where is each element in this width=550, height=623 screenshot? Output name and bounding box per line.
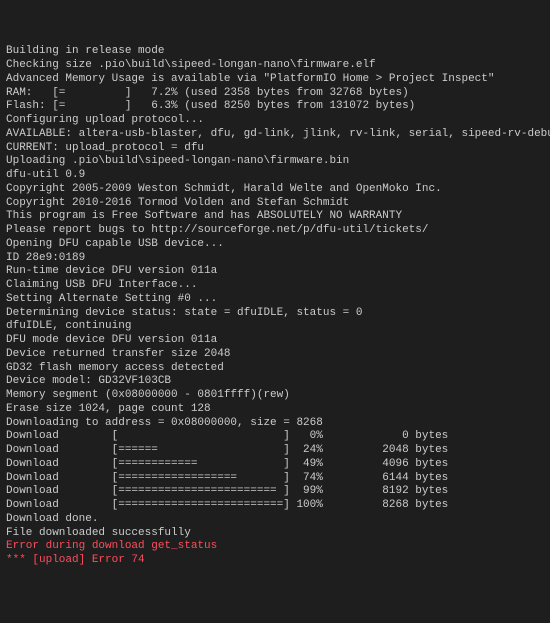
terminal-line: Memory segment (0x08000000 - 0801ffff)(r… <box>6 389 544 403</box>
terminal-line: dfuIDLE, continuing <box>6 320 544 334</box>
terminal-line: DFU mode device DFU version 011a <box>6 334 544 348</box>
terminal-line: Uploading .pio\build\sipeed-longan-nano\… <box>6 155 544 169</box>
terminal-line: Flash: [= ] 6.3% (used 8250 bytes from 1… <box>6 100 544 114</box>
terminal-output: Building in release modeChecking size .p… <box>6 45 544 568</box>
terminal-line: File downloaded successfully <box>6 527 544 541</box>
terminal-line: Claiming USB DFU Interface... <box>6 279 544 293</box>
terminal-line: dfu-util 0.9 <box>6 169 544 183</box>
terminal-line: Determining device status: state = dfuID… <box>6 307 544 321</box>
terminal-line: Download [================== ] 74% 6144 … <box>6 472 544 486</box>
terminal-line: Download done. <box>6 513 544 527</box>
terminal-line: Configuring upload protocol... <box>6 114 544 128</box>
terminal-line: ID 28e9:0189 <box>6 252 544 266</box>
terminal-line: Advanced Memory Usage is available via "… <box>6 73 544 87</box>
terminal-line: Checking size .pio\build\sipeed-longan-n… <box>6 59 544 73</box>
terminal-line: Download [=========================] 100… <box>6 499 544 513</box>
terminal-line: Copyright 2010-2016 Tormod Volden and St… <box>6 197 544 211</box>
terminal-line: RAM: [= ] 7.2% (used 2358 bytes from 327… <box>6 87 544 101</box>
terminal-line: Please report bugs to http://sourceforge… <box>6 224 544 238</box>
terminal-line: Device returned transfer size 2048 <box>6 348 544 362</box>
terminal-line: Run-time device DFU version 011a <box>6 265 544 279</box>
terminal-error-line: *** [upload] Error 74 <box>6 554 544 568</box>
terminal-line: GD32 flash memory access detected <box>6 362 544 376</box>
terminal-line: AVAILABLE: altera-usb-blaster, dfu, gd-l… <box>6 128 544 142</box>
terminal-line: Download [======================== ] 99%… <box>6 485 544 499</box>
terminal-line: Building in release mode <box>6 45 544 59</box>
terminal-line: Opening DFU capable USB device... <box>6 238 544 252</box>
terminal-line: This program is Free Software and has AB… <box>6 210 544 224</box>
terminal-line: Download [ ] 0% 0 bytes <box>6 430 544 444</box>
terminal-line: Setting Alternate Setting #0 ... <box>6 293 544 307</box>
terminal-line: Erase size 1024, page count 128 <box>6 403 544 417</box>
terminal-line: Download [============ ] 49% 4096 bytes <box>6 458 544 472</box>
terminal-line: Download [====== ] 24% 2048 bytes <box>6 444 544 458</box>
terminal-line: CURRENT: upload_protocol = dfu <box>6 142 544 156</box>
terminal-line: Downloading to address = 0x08000000, siz… <box>6 417 544 431</box>
terminal-line: Device model: GD32VF103CB <box>6 375 544 389</box>
terminal-error-line: Error during download get_status <box>6 540 544 554</box>
terminal-line: Copyright 2005-2009 Weston Schmidt, Hara… <box>6 183 544 197</box>
